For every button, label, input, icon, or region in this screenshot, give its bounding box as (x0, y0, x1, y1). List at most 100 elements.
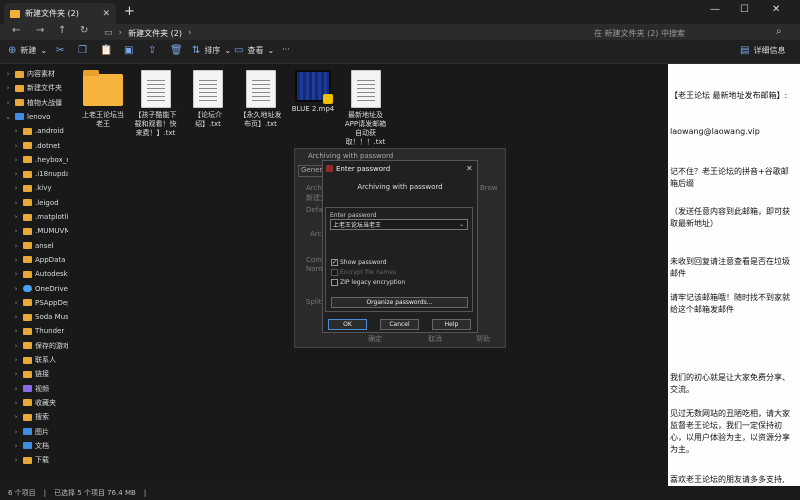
chevron-icon[interactable]: › (12, 442, 20, 450)
chevron-icon[interactable]: › (12, 184, 20, 192)
file-item[interactable]: 【论坛介绍】.txt (185, 70, 231, 129)
minimize-button[interactable]: — (710, 4, 720, 15)
chevron-icon[interactable]: › (12, 313, 20, 321)
new-tab-button[interactable]: + (124, 4, 135, 19)
sidebar-item[interactable]: › 收藏夹 (4, 397, 56, 409)
chevron-icon[interactable]: › (12, 242, 20, 250)
help-button[interactable]: Help (432, 319, 471, 330)
sidebar-item[interactable]: › .matplotli (4, 211, 68, 223)
chevron-icon[interactable]: › (12, 356, 20, 364)
close-window-button[interactable]: ✕ (772, 4, 780, 15)
sidebar-item[interactable]: › 下载 (4, 454, 49, 466)
sidebar-item[interactable]: › .kivy (4, 182, 52, 194)
cancel-bg-button[interactable]: 取消 (428, 334, 442, 344)
chevron-icon[interactable]: ⌄ (4, 113, 12, 121)
chevron-icon[interactable]: › (12, 428, 20, 436)
tab-current-folder[interactable]: 新建文件夹 (2) ✕ (4, 3, 116, 24)
chevron-icon[interactable]: › (12, 142, 20, 150)
maximize-button[interactable]: ☐ (740, 4, 749, 15)
sidebar-item[interactable]: › AppData (4, 254, 66, 266)
sidebar-item[interactable]: › 图片 (4, 426, 49, 438)
more-options-button[interactable]: ··· (282, 45, 290, 54)
chevron-icon[interactable]: › (12, 156, 20, 164)
chevron-icon[interactable]: › (12, 327, 20, 335)
chevron-icon[interactable]: › (4, 70, 12, 78)
file-item[interactable]: 上老王论坛当老王 (80, 70, 126, 129)
copy-button[interactable]: ❐ (78, 45, 87, 56)
show-password-checkbox[interactable]: ✓ Show password (331, 259, 387, 266)
address-bar[interactable]: ▭ › 新建文件夹 (2) › (100, 26, 582, 40)
sidebar-item[interactable]: › 搜索 (4, 411, 49, 423)
sidebar-item[interactable]: › ansel (4, 240, 54, 252)
chevron-down-icon[interactable]: ⌄ (459, 221, 464, 228)
sidebar-item[interactable]: › 保存的游戏 (4, 340, 68, 352)
sidebar-item[interactable]: › Thunder (4, 325, 65, 337)
navigation-pane[interactable]: › 内容素材 › 新建文件夹 › 植物大战僵 ⌄ lenovo › .android › .dotne… (0, 64, 68, 484)
sidebar-item[interactable]: › Autodesk (4, 268, 68, 280)
chevron-icon[interactable]: › (12, 285, 20, 293)
file-item[interactable]: BLUE 2.mp4 (290, 70, 336, 114)
help-bg-button[interactable]: 帮助 (476, 334, 490, 344)
chevron-icon[interactable]: › (4, 84, 12, 92)
sidebar-item[interactable]: › PSAppDep (4, 297, 68, 309)
browse-button[interactable]: Brow (480, 184, 498, 192)
chevron-icon[interactable]: › (12, 170, 20, 178)
checkbox[interactable] (331, 269, 338, 276)
chevron-icon[interactable]: › (12, 385, 20, 393)
confirm-button[interactable]: 确定 (368, 334, 382, 344)
dialog-close-icon[interactable]: ✕ (466, 164, 473, 173)
chevron-icon[interactable]: › (12, 370, 20, 378)
chevron-icon[interactable]: › (12, 127, 20, 135)
chevron-icon[interactable]: › (12, 413, 20, 421)
sidebar-item[interactable]: › 新建文件夹 (4, 82, 62, 94)
sidebar-item[interactable]: › .dotnet (4, 140, 61, 152)
sidebar-item[interactable]: › .MUMUVM (4, 225, 68, 237)
cut-button[interactable]: ✂ (56, 45, 64, 56)
chevron-icon[interactable]: › (12, 256, 20, 264)
encrypt-names-checkbox[interactable]: Encrypt file names (331, 269, 396, 276)
file-item[interactable]: 【孩子酷能下载和观看！快来费！】.txt (133, 70, 179, 138)
sidebar-item[interactable]: › OneDrive (4, 283, 68, 295)
chevron-icon[interactable]: › (12, 299, 20, 307)
organize-passwords-button[interactable]: Organize passwords... (331, 297, 468, 308)
sidebar-item[interactable]: › 联系人 (4, 354, 56, 366)
sidebar-item[interactable]: › .i18nupda (4, 168, 68, 180)
chevron-icon[interactable]: › (12, 456, 20, 464)
paste-button[interactable]: 📋 (100, 45, 112, 56)
chevron-icon[interactable]: › (12, 270, 20, 278)
cancel-button[interactable]: Cancel (380, 319, 419, 330)
view-button[interactable]: ▭ 查看 ⌄ (234, 45, 274, 56)
tab-general[interactable]: General (298, 165, 329, 177)
sidebar-item[interactable]: › .android (4, 125, 64, 137)
sort-button[interactable]: ⇅ 排序 ⌄ (192, 45, 231, 56)
chevron-icon[interactable]: › (12, 213, 20, 221)
zip-legacy-checkbox[interactable]: ZIP legacy encryption (331, 279, 405, 286)
search-input[interactable]: 在 新建文件夹 (2) 中搜索 (588, 26, 796, 40)
refresh-icon[interactable]: ↻ (80, 25, 88, 36)
checkbox[interactable] (331, 279, 338, 286)
forward-arrow-icon[interactable]: → (36, 25, 44, 36)
password-field[interactable]: 上老王论坛当老王 ⌄ (330, 219, 468, 230)
sidebar-item[interactable]: ⌄ lenovo (4, 111, 50, 123)
file-item[interactable]: 【永久地址发布页】.txt (238, 70, 284, 129)
up-arrow-icon[interactable]: ↑ (58, 25, 66, 36)
sidebar-item[interactable]: › 链接 (4, 368, 49, 380)
sidebar-item[interactable]: › 植物大战僵 (4, 97, 62, 109)
details-button[interactable]: ▤ 详细信息 (740, 45, 785, 56)
chevron-icon[interactable]: › (4, 99, 12, 107)
delete-button[interactable]: 🗑 (170, 45, 183, 56)
sidebar-item[interactable]: › 内容素材 (4, 68, 55, 80)
chevron-icon[interactable]: › (12, 342, 20, 350)
back-arrow-icon[interactable]: ← (12, 25, 20, 36)
tab-close-icon[interactable]: ✕ (102, 9, 110, 19)
search-icon[interactable]: ⌕ (776, 26, 782, 37)
chevron-icon[interactable]: › (12, 227, 20, 235)
sidebar-item[interactable]: › Soda Mus (4, 311, 68, 323)
chevron-icon[interactable]: › (12, 399, 20, 407)
ok-button[interactable]: OK (328, 319, 367, 330)
sidebar-item[interactable]: › .leigod (4, 197, 59, 209)
file-item[interactable]: 最新地址及APP请发邮箱自动获取！！！.txt (343, 70, 389, 147)
sidebar-item[interactable]: › 视频 (4, 383, 49, 395)
rename-button[interactable]: ▣ (124, 45, 133, 56)
chevron-icon[interactable]: › (12, 199, 20, 207)
